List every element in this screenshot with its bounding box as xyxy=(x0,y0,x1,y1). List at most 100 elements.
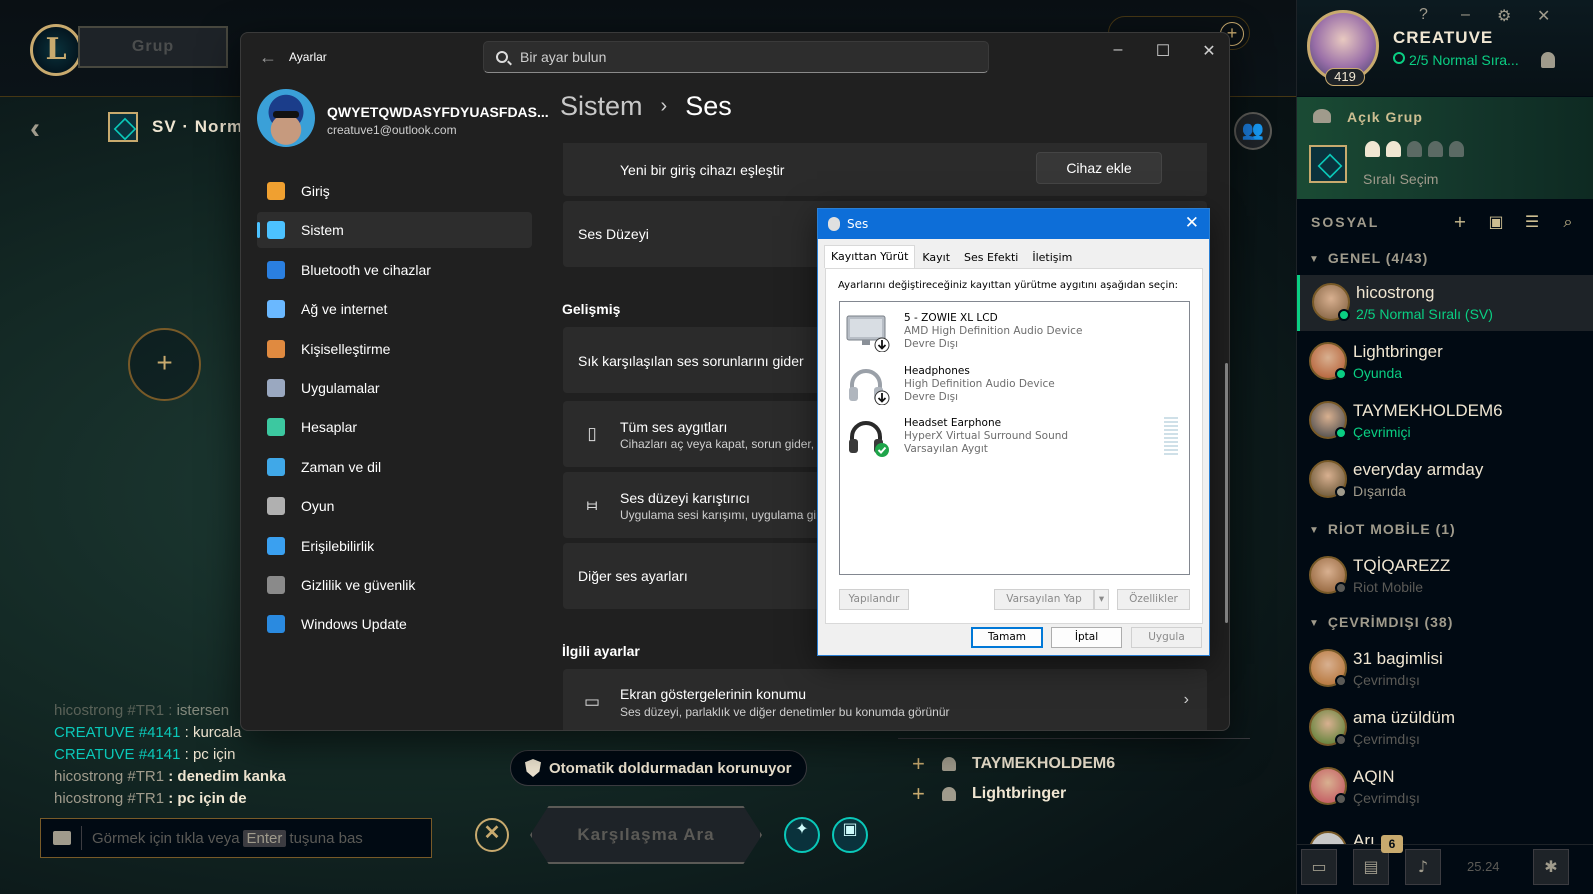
friend-status: Çevrimdışı xyxy=(1353,672,1420,688)
invite-player-button[interactable]: + xyxy=(128,328,201,401)
sidebar-item-10[interactable]: Gizlilik ve güvenlik xyxy=(257,567,532,603)
play-button[interactable]: Grup xyxy=(78,26,228,68)
sidebar-item-4[interactable]: Kişiselleştirme xyxy=(257,331,532,367)
sidebar-item-8[interactable]: Oyun xyxy=(257,488,532,524)
list-item[interactable]: hicostrong 2/5 Normal Sıralı (SV) xyxy=(1297,275,1593,331)
avatar[interactable] xyxy=(257,89,315,147)
apply-button[interactable]: Uygula xyxy=(1131,627,1202,648)
dialog-title-bar[interactable]: Ses ✕ xyxy=(818,209,1209,239)
add-friend-icon[interactable]: + xyxy=(1450,214,1470,230)
dialog-title: Ses xyxy=(847,217,869,231)
tab-recording[interactable]: Kayıt xyxy=(915,246,957,268)
properties-button[interactable]: Özellikler xyxy=(1117,589,1190,610)
friend-group-mobile[interactable]: RİOT MOBİLE (1) xyxy=(1297,514,1593,544)
list-item[interactable]: Headset Earphone HyperX Virtual Surround… xyxy=(846,413,1178,461)
friend-status: Çevrimdışı xyxy=(1353,790,1420,806)
position-select-icon[interactable]: ✦ xyxy=(784,817,820,853)
sidebar-item-label: Oyun xyxy=(301,498,335,515)
minimize-icon[interactable]: – xyxy=(1461,6,1470,24)
sidebar-item-3[interactable]: Ağ ve internet xyxy=(257,291,532,327)
list-view-icon[interactable]: ☰ xyxy=(1522,214,1542,230)
help-icon[interactable]: ? xyxy=(1419,6,1428,24)
chat-icon[interactable]: ▭ xyxy=(1301,849,1337,885)
nav-icon xyxy=(267,378,285,397)
friend-group-offline[interactable]: ÇEVRİMDIŞI (38) xyxy=(1297,607,1593,637)
party-slot-icon xyxy=(1407,141,1422,157)
back-arrow-icon[interactable]: ← xyxy=(259,47,277,68)
back-arrow-icon[interactable]: ‹ xyxy=(30,112,40,146)
party-settings-icon[interactable]: 👥 xyxy=(1234,112,1272,150)
add-friend-icon[interactable]: + xyxy=(912,751,926,777)
game-mode-label: SV · Norm xyxy=(152,117,244,136)
tab-communications[interactable]: İletişim xyxy=(1025,246,1079,268)
chat-input[interactable]: Görmek için tıkla veya Enter tuşuna bas xyxy=(40,818,432,858)
list-item[interactable]: Headphones High Definition Audio Device … xyxy=(846,361,1176,409)
leave-lobby-button[interactable]: ✕ xyxy=(475,818,509,852)
list-item[interactable]: AQIN Çevrimdışı xyxy=(1297,759,1593,815)
ok-button[interactable]: Tamam xyxy=(971,627,1043,648)
search-icon[interactable]: ⌕ xyxy=(1558,214,1578,230)
add-folder-icon[interactable]: ▣ xyxy=(1486,214,1506,230)
scrollbar[interactable] xyxy=(1225,363,1228,623)
display-overlay-row[interactable]: ▭ Ekran göstergelerinin konumu Ses düzey… xyxy=(563,669,1207,730)
profile-status[interactable]: 2/5 Normal Sıra... xyxy=(1393,52,1519,68)
list-item[interactable]: 31 bagimlisi Çevrimdışı xyxy=(1297,641,1593,697)
close-icon[interactable]: ✕ xyxy=(1185,213,1199,233)
role-select-icon[interactable]: ▣ xyxy=(832,817,868,853)
close-icon[interactable]: ✕ xyxy=(1199,41,1219,61)
list-item[interactable]: ama üzüldüm Çevrimdışı xyxy=(1297,700,1593,756)
list-item[interactable]: TAYMEKHOLDEM6 Çevrimiçi xyxy=(1297,393,1593,449)
add-friend-icon[interactable]: + xyxy=(912,781,926,807)
sidebar-item-0[interactable]: Giriş xyxy=(257,173,532,209)
close-icon[interactable]: ✕ xyxy=(1537,6,1550,26)
find-match-button[interactable]: Karşılaşma Ara xyxy=(530,806,762,864)
maximize-icon[interactable]: ☐ xyxy=(1153,41,1173,61)
list-item[interactable]: 5 - ZOWIE XL LCD AMD High Definition Aud… xyxy=(846,308,1176,356)
game-mode-icon xyxy=(108,112,138,142)
sidebar-item-6[interactable]: Hesaplar xyxy=(257,409,532,445)
set-default-button[interactable]: Varsayılan Yap xyxy=(994,589,1094,610)
open-party-card[interactable]: Açık Grup Sıralı Seçim xyxy=(1297,97,1593,199)
sidebar-item-7[interactable]: Zaman ve dil xyxy=(257,449,532,485)
friend-name: 31 bagimlisi xyxy=(1353,649,1443,668)
search-input[interactable]: Bir ayar bulun xyxy=(483,41,989,73)
status-dot xyxy=(1335,582,1347,594)
sidebar-item-9[interactable]: Erişilebilirlik xyxy=(257,528,532,564)
list-item[interactable]: TQİQAREZZ Riot Mobile xyxy=(1297,548,1593,604)
client-version: 25.24 xyxy=(1467,859,1500,874)
league-logo[interactable]: L xyxy=(30,24,82,76)
sidebar-item-5[interactable]: Uygulamalar xyxy=(257,370,532,406)
status-dot xyxy=(1335,368,1347,380)
tab-playback[interactable]: Kayıttan Yürüt xyxy=(824,245,916,268)
party-member-row[interactable]: + TAYMEKHOLDEM6 xyxy=(912,751,1115,777)
profile-header: 419 CREATUVE 2/5 Normal Sıra... ? – ⚙ ✕ xyxy=(1297,0,1593,96)
sidebar-item-11[interactable]: Windows Update xyxy=(257,606,532,642)
settings-gear-icon[interactable]: ⚙ xyxy=(1497,6,1511,26)
notification-bell-icon[interactable] xyxy=(1541,52,1555,68)
microphone-icon[interactable]: ♪ xyxy=(1405,849,1441,885)
sidebar-item-1[interactable]: Sistem xyxy=(257,212,532,249)
cancel-button[interactable]: İptal xyxy=(1051,627,1122,648)
list-item[interactable]: everyday armday Dışarıda xyxy=(1297,452,1593,508)
open-party-mode: Sıralı Seçim xyxy=(1363,171,1439,187)
list-item[interactable]: Lightbringer Oyunda xyxy=(1297,334,1593,390)
notification-count-badge: 6 xyxy=(1381,835,1403,853)
missions-icon[interactable]: ▤ xyxy=(1353,849,1389,885)
tab-sound-effects[interactable]: Ses Efekti xyxy=(957,246,1025,268)
add-device-button[interactable]: Cihaz ekle xyxy=(1036,152,1162,184)
bug-report-icon[interactable]: ✱ xyxy=(1533,849,1569,885)
all-devices-title: Tüm ses aygıtları xyxy=(620,419,728,435)
party-member-row[interactable]: + Lightbringer xyxy=(912,781,1066,807)
playback-panel: Ayarlarını değiştireceğiniz kayıttan yür… xyxy=(825,268,1203,624)
sidebar-item-2[interactable]: Bluetooth ve cihazlar xyxy=(257,252,532,288)
status-dot xyxy=(1335,734,1347,746)
sidebar-item-label: Sistem xyxy=(301,222,344,239)
minimize-icon[interactable]: – xyxy=(1108,41,1128,59)
lobby-mode-icon xyxy=(1309,145,1347,183)
chevron-down-icon[interactable]: ▾ xyxy=(1094,589,1109,610)
friend-name: ama üzüldüm xyxy=(1353,708,1456,727)
breadcrumb-parent[interactable]: Sistem xyxy=(560,91,643,122)
configure-button[interactable]: Yapılandır xyxy=(839,589,909,610)
friend-group-general[interactable]: GENEL (4/43) xyxy=(1297,243,1593,273)
social-header: SOSYAL + ▣ ☰ ⌕ xyxy=(1297,204,1593,240)
